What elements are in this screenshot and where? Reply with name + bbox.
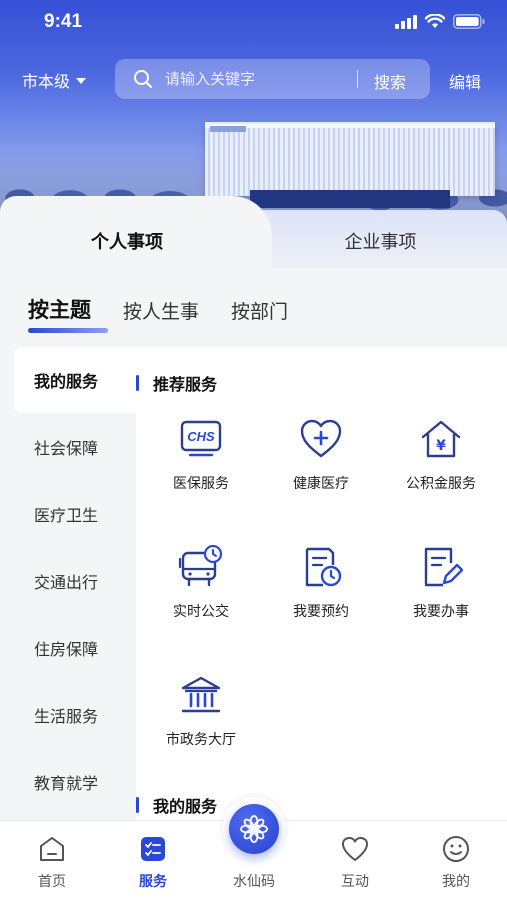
search-divider — [357, 70, 358, 88]
document-clock-icon — [305, 547, 342, 587]
service-appointment[interactable]: 我要预约 — [262, 543, 380, 643]
service-label: 医保服务 — [173, 476, 229, 492]
service-housing-fund[interactable]: ¥ 公积金服务 — [382, 415, 500, 515]
service-label: 我要预约 — [293, 604, 349, 620]
nav-label: 服务 — [139, 874, 167, 890]
sidebar-item-education[interactable]: 教育就学 — [14, 749, 136, 815]
edit-button[interactable]: 编辑 — [449, 69, 481, 93]
chs-badge-icon: CHS — [180, 420, 222, 457]
document-edit-icon — [424, 547, 463, 587]
city-selector-label: 市本级 — [22, 72, 71, 91]
sidebar-item-transport[interactable]: 交通出行 — [14, 548, 136, 614]
service-realtime-bus[interactable]: 实时公交 — [142, 543, 260, 643]
nav-label: 水仙码 — [233, 874, 275, 890]
service-label: 我要办事 — [413, 604, 469, 620]
narcissus-flower-icon — [240, 815, 268, 843]
nav-narcissus-code[interactable] — [229, 804, 279, 854]
service-panel: 推荐服务 CHS 医保服务 健康医疗 ¥ 公积金服务 实时公交 我要预约 我要办… — [136, 347, 507, 820]
section-marker — [136, 375, 139, 391]
nav-label: 我的 — [442, 874, 470, 890]
home-icon — [40, 837, 64, 861]
house-yen-icon: ¥ — [421, 420, 461, 458]
sidebar-item-social-security[interactable]: 社会保障 — [14, 414, 136, 480]
sub-tab-label: 按人生事 — [123, 301, 200, 323]
sidebar-item-housing[interactable]: 住房保障 — [14, 615, 136, 681]
nav-mine[interactable]: 我的 — [416, 833, 496, 891]
status-time: 9:41 — [44, 11, 83, 32]
active-tab-indicator — [28, 328, 108, 333]
sub-tab-by-life-event[interactable]: 按人生事 — [123, 297, 199, 324]
section-recommended: 推荐服务 — [136, 371, 217, 395]
caret-down-icon — [76, 78, 87, 84]
status-icons — [395, 14, 485, 29]
section-marker — [136, 797, 139, 813]
yen-symbol: ¥ — [436, 438, 446, 454]
sidebar-item-healthcare[interactable]: 医疗卫生 — [14, 481, 136, 547]
tab-enterprise-matters[interactable]: 企业事项 — [254, 228, 507, 254]
bus-clock-icon — [178, 545, 223, 587]
nav-home[interactable]: 首页 — [12, 833, 92, 891]
service-label: 健康医疗 — [293, 476, 349, 492]
heart-icon — [342, 837, 368, 861]
banner-building — [205, 124, 495, 196]
section-title-text: 我的服务 — [153, 797, 218, 816]
sidebar-item-life-services[interactable]: 生活服务 — [14, 682, 136, 748]
section-my-services: 我的服务 — [136, 793, 217, 817]
city-selector[interactable]: 市本级 — [22, 68, 87, 92]
banner-building-sign — [210, 126, 246, 132]
sub-tabs: 按主题 按人生事 按部门 — [28, 294, 320, 334]
tab-personal-matters[interactable]: 个人事项 — [0, 228, 254, 254]
search-bar[interactable]: 搜索 — [115, 59, 430, 99]
service-label: 市政务大厅 — [166, 732, 236, 748]
service-handle-affairs[interactable]: 我要办事 — [382, 543, 500, 643]
section-title-text: 推荐服务 — [153, 375, 218, 394]
service-list-icon — [141, 837, 165, 861]
government-hall-icon — [181, 676, 221, 713]
sub-tab-by-department[interactable]: 按部门 — [231, 297, 288, 324]
sidebar-item-my-services[interactable]: 我的服务 — [14, 347, 136, 413]
nav-interaction[interactable]: 互动 — [315, 833, 395, 891]
search-icon — [134, 70, 152, 88]
main-tabs: 个人事项 企业事项 — [0, 196, 507, 268]
service-label: 实时公交 — [173, 604, 229, 620]
chs-badge-text: CHS — [187, 429, 215, 444]
nav-services[interactable]: 服务 — [113, 833, 193, 891]
search-input[interactable] — [165, 67, 350, 91]
service-medical-insurance[interactable]: CHS 医保服务 — [142, 415, 260, 515]
nav-label: 首页 — [38, 874, 66, 890]
signal-icon — [395, 14, 417, 29]
service-government-hall[interactable]: 市政务大厅 — [142, 671, 260, 771]
wifi-icon — [425, 14, 445, 28]
sub-tab-label: 按部门 — [231, 301, 289, 323]
search-button[interactable]: 搜索 — [374, 69, 406, 93]
sub-tab-label: 按主题 — [28, 298, 91, 322]
category-sidebar: 我的服务 社会保障 医疗卫生 交通出行 住房保障 生活服务 教育就学 — [0, 347, 136, 820]
nav-label: 互动 — [341, 874, 369, 890]
bottom-navigation: 首页 服务 水仙码 互动 我的 — [0, 797, 507, 900]
service-label: 公积金服务 — [406, 476, 476, 492]
sub-tab-by-theme[interactable]: 按主题 — [28, 294, 108, 333]
battery-icon — [453, 14, 485, 29]
service-health-medical[interactable]: 健康医疗 — [262, 415, 380, 515]
heart-plus-icon — [300, 419, 342, 458]
smiley-face-icon — [443, 836, 469, 862]
